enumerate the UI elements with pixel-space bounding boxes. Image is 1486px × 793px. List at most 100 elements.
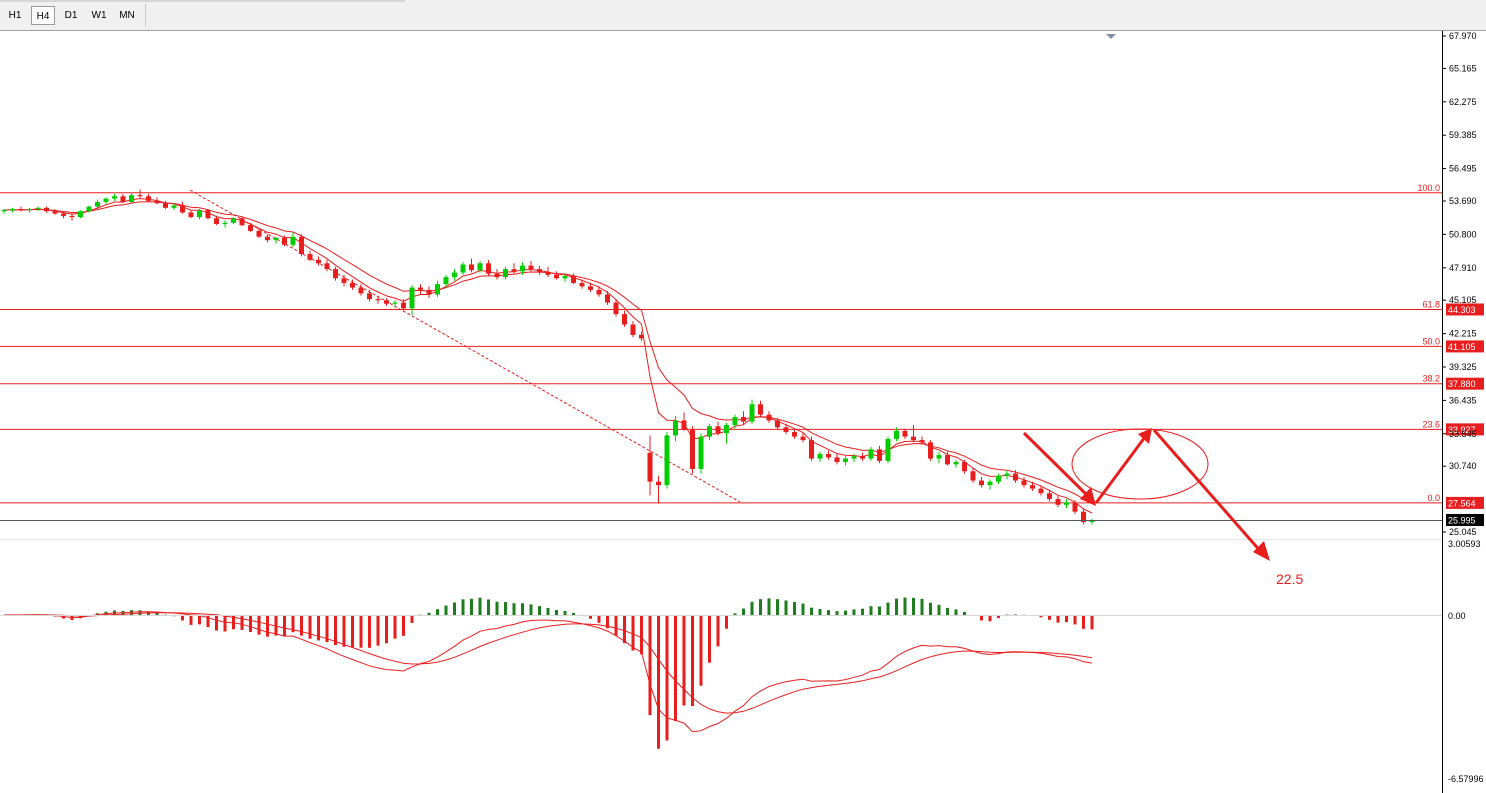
candle (1089, 518, 1095, 525)
candle (817, 451, 823, 463)
candle (605, 291, 610, 305)
candle (333, 266, 338, 281)
candle (1064, 499, 1069, 509)
candle (435, 280, 440, 297)
fib-price-tag-label: 37.880 (1448, 379, 1476, 389)
macd-line (3, 611, 1093, 733)
candle (35, 206, 41, 212)
price-tick-label: 56.495 (1449, 164, 1477, 174)
current-price-value: 25.995 (1448, 516, 1476, 526)
candle (647, 435, 653, 496)
candle (996, 473, 1001, 484)
candle (290, 232, 296, 248)
fib-level-label: 0.0 (1427, 493, 1440, 503)
price-tick-label: 65.165 (1449, 63, 1477, 73)
price-tick-label: 53.690 (1449, 196, 1477, 206)
candle (409, 285, 415, 316)
candle (622, 310, 627, 327)
candle (1072, 500, 1078, 515)
candle (137, 189, 143, 199)
candle (418, 284, 423, 295)
fibonacci-retracement[interactable]: 100.0 61.8 44.303 50.0 41.105 38.2 37.880 23.6 3… (0, 183, 1484, 509)
candle (928, 440, 933, 461)
candle (103, 197, 109, 205)
candle (792, 428, 797, 439)
candle (316, 256, 321, 266)
candlesticks (1, 189, 1095, 525)
candle (936, 451, 942, 464)
forecast-annotation[interactable]: 22.5 (1022, 428, 1303, 587)
candle (809, 436, 814, 461)
timeframe-w1-button[interactable]: W1 (87, 6, 111, 25)
candle (324, 259, 330, 272)
price-tick-label: 36.435 (1449, 395, 1477, 405)
price-tick-label: 39.325 (1449, 362, 1477, 372)
candle (885, 436, 891, 464)
candle (911, 425, 916, 443)
candle (732, 414, 738, 429)
candle (486, 259, 491, 276)
fib-level-label: 38.2 (1422, 374, 1440, 384)
candle (554, 271, 559, 280)
chart-shift-marker-icon[interactable] (1106, 34, 1116, 39)
candle (460, 262, 466, 275)
candle (358, 284, 364, 296)
candle (503, 266, 508, 280)
macd-indicator (3, 597, 1094, 749)
macd-line (4, 612, 1093, 714)
down-arrow-1[interactable] (1022, 431, 1096, 504)
candle (350, 279, 355, 290)
candle (265, 234, 270, 243)
candle (180, 202, 185, 214)
candle (205, 208, 211, 220)
down-arrow-2[interactable] (1152, 429, 1264, 554)
price-chart[interactable]: 100.0 61.8 44.303 50.0 41.105 38.2 37.880 23.6 3… (0, 31, 1486, 793)
fib-level-label: 23.6 (1422, 419, 1440, 429)
price-tick-label: 30.740 (1449, 461, 1477, 471)
candle (120, 193, 126, 204)
current-price-tag: 25.995 (1446, 514, 1484, 526)
moving-average-line (3, 198, 1093, 514)
candle (129, 192, 134, 204)
candle (826, 450, 831, 460)
price-tick-label: 50.800 (1449, 229, 1477, 239)
fib-level-label: 100.0 (1417, 183, 1440, 193)
fib-price-tag-label: 41.105 (1448, 342, 1476, 352)
candle (197, 208, 202, 220)
timeframe-mn-button[interactable]: MN (115, 6, 139, 25)
candle (664, 431, 670, 489)
candle (44, 206, 49, 213)
candle (367, 289, 372, 302)
candle (52, 208, 58, 215)
price-tick-label: 67.970 (1449, 31, 1477, 41)
up-arrow[interactable] (1094, 432, 1150, 504)
toolbar-top-line (0, 0, 405, 2)
candle (868, 447, 874, 461)
candle (1021, 477, 1027, 488)
target-price-label: 22.5 (1276, 571, 1303, 587)
timeframe-h1-button[interactable]: H1 (3, 6, 27, 25)
price-tick-label: 42.215 (1449, 329, 1477, 339)
candle (384, 297, 389, 307)
candle (877, 445, 882, 464)
macd-axis: 3.00593 0.00 -6.57996 (1448, 539, 1484, 784)
candle (188, 210, 194, 219)
candle (758, 400, 763, 417)
candle (690, 426, 695, 474)
candle (146, 193, 151, 203)
candle (979, 477, 984, 488)
timeframe-toolbar: H1 H4 D1 W1 MN (0, 0, 1486, 31)
candle (537, 265, 542, 275)
candle (902, 428, 908, 439)
timeframe-d1-button[interactable]: D1 (59, 6, 83, 25)
target-ellipse[interactable] (1071, 428, 1209, 500)
macd-axis-bottom: -6.57996 (1448, 774, 1484, 784)
candle (953, 459, 959, 468)
toolbar-separator (145, 4, 146, 26)
candle (987, 479, 993, 490)
candle (834, 453, 840, 465)
fib-level-label: 50.0 (1422, 336, 1440, 346)
timeframe-h4-button[interactable]: H4 (31, 6, 55, 25)
moving-averages (3, 198, 1093, 514)
candle (1081, 509, 1086, 525)
